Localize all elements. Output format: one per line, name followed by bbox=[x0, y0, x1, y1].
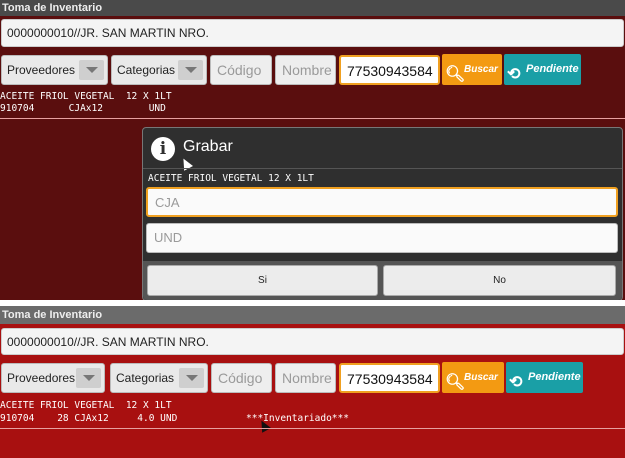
barcode-input[interactable]: 77530943584 bbox=[339, 55, 440, 85]
product-line-1: ACEITE FRIOL VEGETAL 12 X 1LT bbox=[0, 91, 172, 102]
window-title: Toma de Inventario bbox=[0, 0, 625, 16]
chevron-down-icon[interactable] bbox=[76, 368, 101, 388]
proveedores-label: Proveedores bbox=[7, 63, 76, 77]
buscar-button[interactable]: 🔍︎ Buscar bbox=[442, 54, 502, 85]
client-field[interactable]: 0000000010//JR. SAN MARTIN NRO. bbox=[1, 328, 624, 355]
chevron-down-icon[interactable] bbox=[79, 60, 104, 80]
pending-icon: ⟲ bbox=[509, 374, 523, 391]
divider bbox=[0, 118, 625, 119]
product-line-1: ACEITE FRIOL VEGETAL 12 X 1LT bbox=[0, 400, 172, 411]
info-icon: i bbox=[151, 137, 175, 161]
pendiente-label: Pendiente bbox=[526, 63, 579, 75]
categorias-spinner[interactable]: Categorias bbox=[111, 55, 207, 85]
chevron-down-icon[interactable] bbox=[178, 60, 203, 80]
categorias-spinner[interactable]: Categorias bbox=[110, 363, 208, 393]
divider bbox=[0, 428, 625, 429]
dialog-title: Grabar bbox=[183, 138, 233, 155]
proveedores-spinner[interactable]: Proveedores bbox=[1, 55, 108, 85]
dialog-message: ACEITE FRIOL VEGETAL 12 X 1LT bbox=[148, 173, 314, 184]
proveedores-spinner[interactable]: Proveedores bbox=[1, 363, 105, 393]
product-line-2: 910704 CJAx12 UND bbox=[0, 103, 166, 114]
product-line-2: 910704 28 CJAx12 4.0 UND bbox=[0, 413, 178, 424]
client-field[interactable]: 0000000010//JR. SAN MARTIN NRO. bbox=[1, 19, 624, 47]
buscar-button[interactable]: 🔍︎ Buscar bbox=[442, 362, 504, 393]
dialog-separator bbox=[143, 168, 622, 169]
codigo-input[interactable]: Código bbox=[211, 363, 272, 393]
top-panel: Toma de Inventario 0000000010//JR. SAN M… bbox=[0, 0, 625, 300]
nombre-input[interactable]: Nombre bbox=[275, 55, 336, 85]
si-button[interactable]: Si bbox=[147, 265, 378, 296]
categorias-label: Categorias bbox=[116, 371, 175, 385]
pendiente-button[interactable]: ⟲ Pendiente bbox=[504, 54, 581, 85]
barcode-input[interactable]: 77530943584 bbox=[339, 363, 440, 393]
categorias-label: Categorias bbox=[117, 63, 176, 77]
buscar-label: Buscar bbox=[464, 372, 498, 383]
pending-icon: ⟲ bbox=[507, 66, 521, 83]
chevron-down-icon[interactable] bbox=[179, 368, 204, 388]
grabar-dialog: i Grabar ACEITE FRIOL VEGETAL 12 X 1LT C… bbox=[142, 127, 623, 300]
proveedores-label: Proveedores bbox=[7, 371, 76, 385]
codigo-input[interactable]: Código bbox=[210, 55, 272, 85]
pendiente-button[interactable]: ⟲ Pendiente bbox=[506, 362, 583, 393]
window-title: Toma de Inventario bbox=[0, 306, 625, 324]
cja-input[interactable]: CJA bbox=[146, 187, 618, 217]
nombre-input[interactable]: Nombre bbox=[275, 363, 336, 393]
pendiente-label: Pendiente bbox=[528, 371, 581, 383]
dialog-button-bar: Si No bbox=[143, 261, 622, 300]
und-input[interactable]: UND bbox=[146, 223, 618, 253]
no-button[interactable]: No bbox=[383, 265, 616, 296]
bottom-panel: Toma de Inventario 0000000010//JR. SAN M… bbox=[0, 306, 625, 458]
search-icon: 🔍︎ bbox=[445, 374, 466, 391]
buscar-label: Buscar bbox=[464, 64, 498, 75]
search-icon: 🔍︎ bbox=[445, 66, 466, 83]
